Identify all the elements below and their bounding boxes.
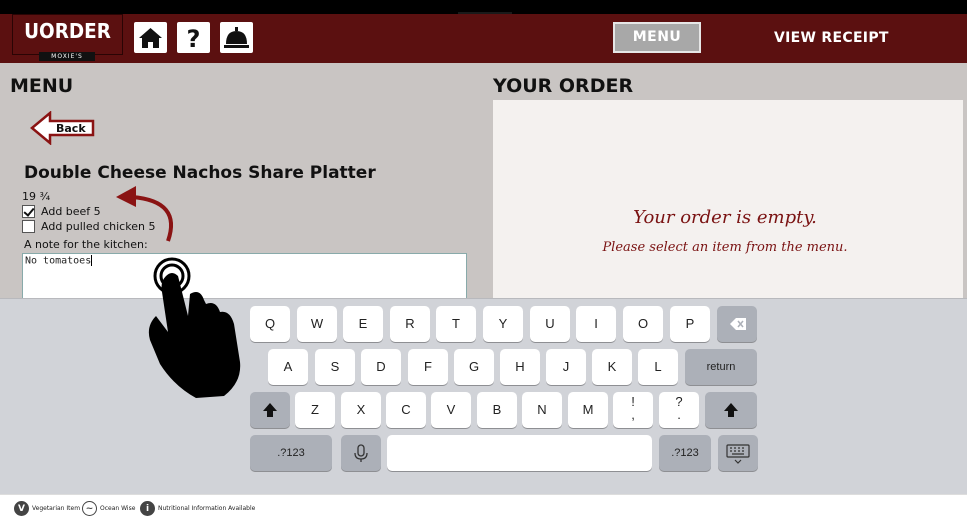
key-r[interactable]: R (390, 306, 430, 342)
legend-vegetarian: V Vegetarian Item (14, 501, 80, 516)
key-s[interactable]: S (315, 349, 355, 385)
status-strip (0, 0, 967, 17)
service-bell-icon (224, 27, 249, 48)
key-g[interactable]: G (454, 349, 494, 385)
key-o[interactable]: O (623, 306, 663, 342)
order-panel: Your order is empty. Please select an it… (493, 100, 963, 300)
key-i[interactable]: I (576, 306, 616, 342)
key-hide-keyboard[interactable] (718, 435, 758, 471)
view-receipt-link[interactable]: VIEW RECEIPT (774, 30, 889, 46)
curved-arrow-icon (116, 186, 174, 242)
legend-label: Vegetarian Item (32, 505, 81, 512)
empty-order-subtitle: Please select an item from the menu. (602, 240, 848, 255)
checkbox-unchecked[interactable] (22, 219, 35, 233)
legend-label: Ocean Wise (100, 505, 136, 512)
logo-subtitle: MOXIE'S (39, 52, 95, 61)
menu-heading: MENU (10, 75, 74, 97)
key-exclaim-comma[interactable]: ! , (613, 392, 653, 428)
service-button[interactable] (220, 22, 253, 53)
shift-icon (724, 403, 738, 417)
checkbox-checked[interactable] (22, 204, 35, 218)
info-icon: i (140, 501, 155, 516)
backspace-icon (730, 318, 746, 330)
key-question-period[interactable]: ? . (659, 392, 699, 428)
help-icon: ? (187, 25, 201, 53)
key-w[interactable]: W (297, 306, 337, 342)
key-return[interactable]: return (685, 349, 757, 385)
note-value: No tomatoes (25, 255, 92, 267)
microphone-icon (354, 444, 368, 462)
key-numbers-left[interactable]: .?123 (250, 435, 332, 471)
key-y[interactable]: Y (483, 306, 523, 342)
key-u[interactable]: U (530, 306, 570, 342)
key-h[interactable]: H (500, 349, 540, 385)
key-t[interactable]: T (436, 306, 476, 342)
shift-icon (263, 403, 277, 417)
key-dictation[interactable] (341, 435, 381, 471)
order-heading: YOUR ORDER (493, 75, 634, 97)
key-q[interactable]: Q (250, 306, 290, 342)
footer-legend: V Vegetarian Item ~ Ocean Wise i Nutriti… (0, 494, 967, 521)
key-numbers-right[interactable]: .?123 (659, 435, 711, 471)
legend-nutrition: i Nutritional Information Available (140, 501, 255, 516)
key-c[interactable]: C (386, 392, 426, 428)
key-f[interactable]: F (408, 349, 448, 385)
item-price: 19 ¾ (22, 190, 51, 203)
help-button[interactable]: ? (177, 22, 210, 53)
key-secondary: . (677, 407, 681, 422)
home-button[interactable] (134, 22, 167, 53)
text-caret (91, 255, 93, 266)
legend-ocean-wise: ~ Ocean Wise (82, 501, 135, 516)
key-l[interactable]: L (638, 349, 678, 385)
key-v[interactable]: V (431, 392, 471, 428)
home-icon (139, 28, 162, 48)
ocean-wise-icon: ~ (82, 501, 97, 516)
key-secondary: , (631, 407, 635, 422)
back-button-label[interactable]: Back (56, 122, 86, 135)
item-name: Double Cheese Nachos Share Platter (24, 163, 376, 183)
key-e[interactable]: E (343, 306, 383, 342)
menu-button[interactable]: MENU (613, 22, 701, 53)
key-a[interactable]: A (268, 349, 308, 385)
svg-text:?: ? (187, 25, 201, 53)
option-add-beef[interactable]: Add beef 5 (22, 204, 101, 218)
key-z[interactable]: Z (295, 392, 335, 428)
key-x[interactable]: X (341, 392, 381, 428)
key-shift-left[interactable] (250, 392, 290, 428)
app-header: UORDER MOXIE'S ? MENU VIEW RECEIPT (0, 14, 967, 63)
empty-order-title: Your order is empty. (633, 207, 817, 228)
key-backspace[interactable] (717, 306, 757, 342)
keyboard-hide-icon (726, 444, 750, 464)
key-shift-right[interactable] (705, 392, 757, 428)
tap-hand-icon (148, 257, 241, 398)
key-n[interactable]: N (522, 392, 562, 428)
app-logo[interactable]: UORDER MOXIE'S (12, 14, 123, 61)
key-d[interactable]: D (361, 349, 401, 385)
key-k[interactable]: K (592, 349, 632, 385)
key-p[interactable]: P (670, 306, 710, 342)
key-b[interactable]: B (477, 392, 517, 428)
option-label: Add beef 5 (41, 204, 101, 218)
logo-title: UORDER (24, 19, 111, 43)
legend-label: Nutritional Information Available (158, 505, 256, 512)
key-j[interactable]: J (546, 349, 586, 385)
key-space[interactable] (387, 435, 652, 471)
vegetarian-icon: V (14, 501, 29, 516)
key-m[interactable]: M (568, 392, 608, 428)
